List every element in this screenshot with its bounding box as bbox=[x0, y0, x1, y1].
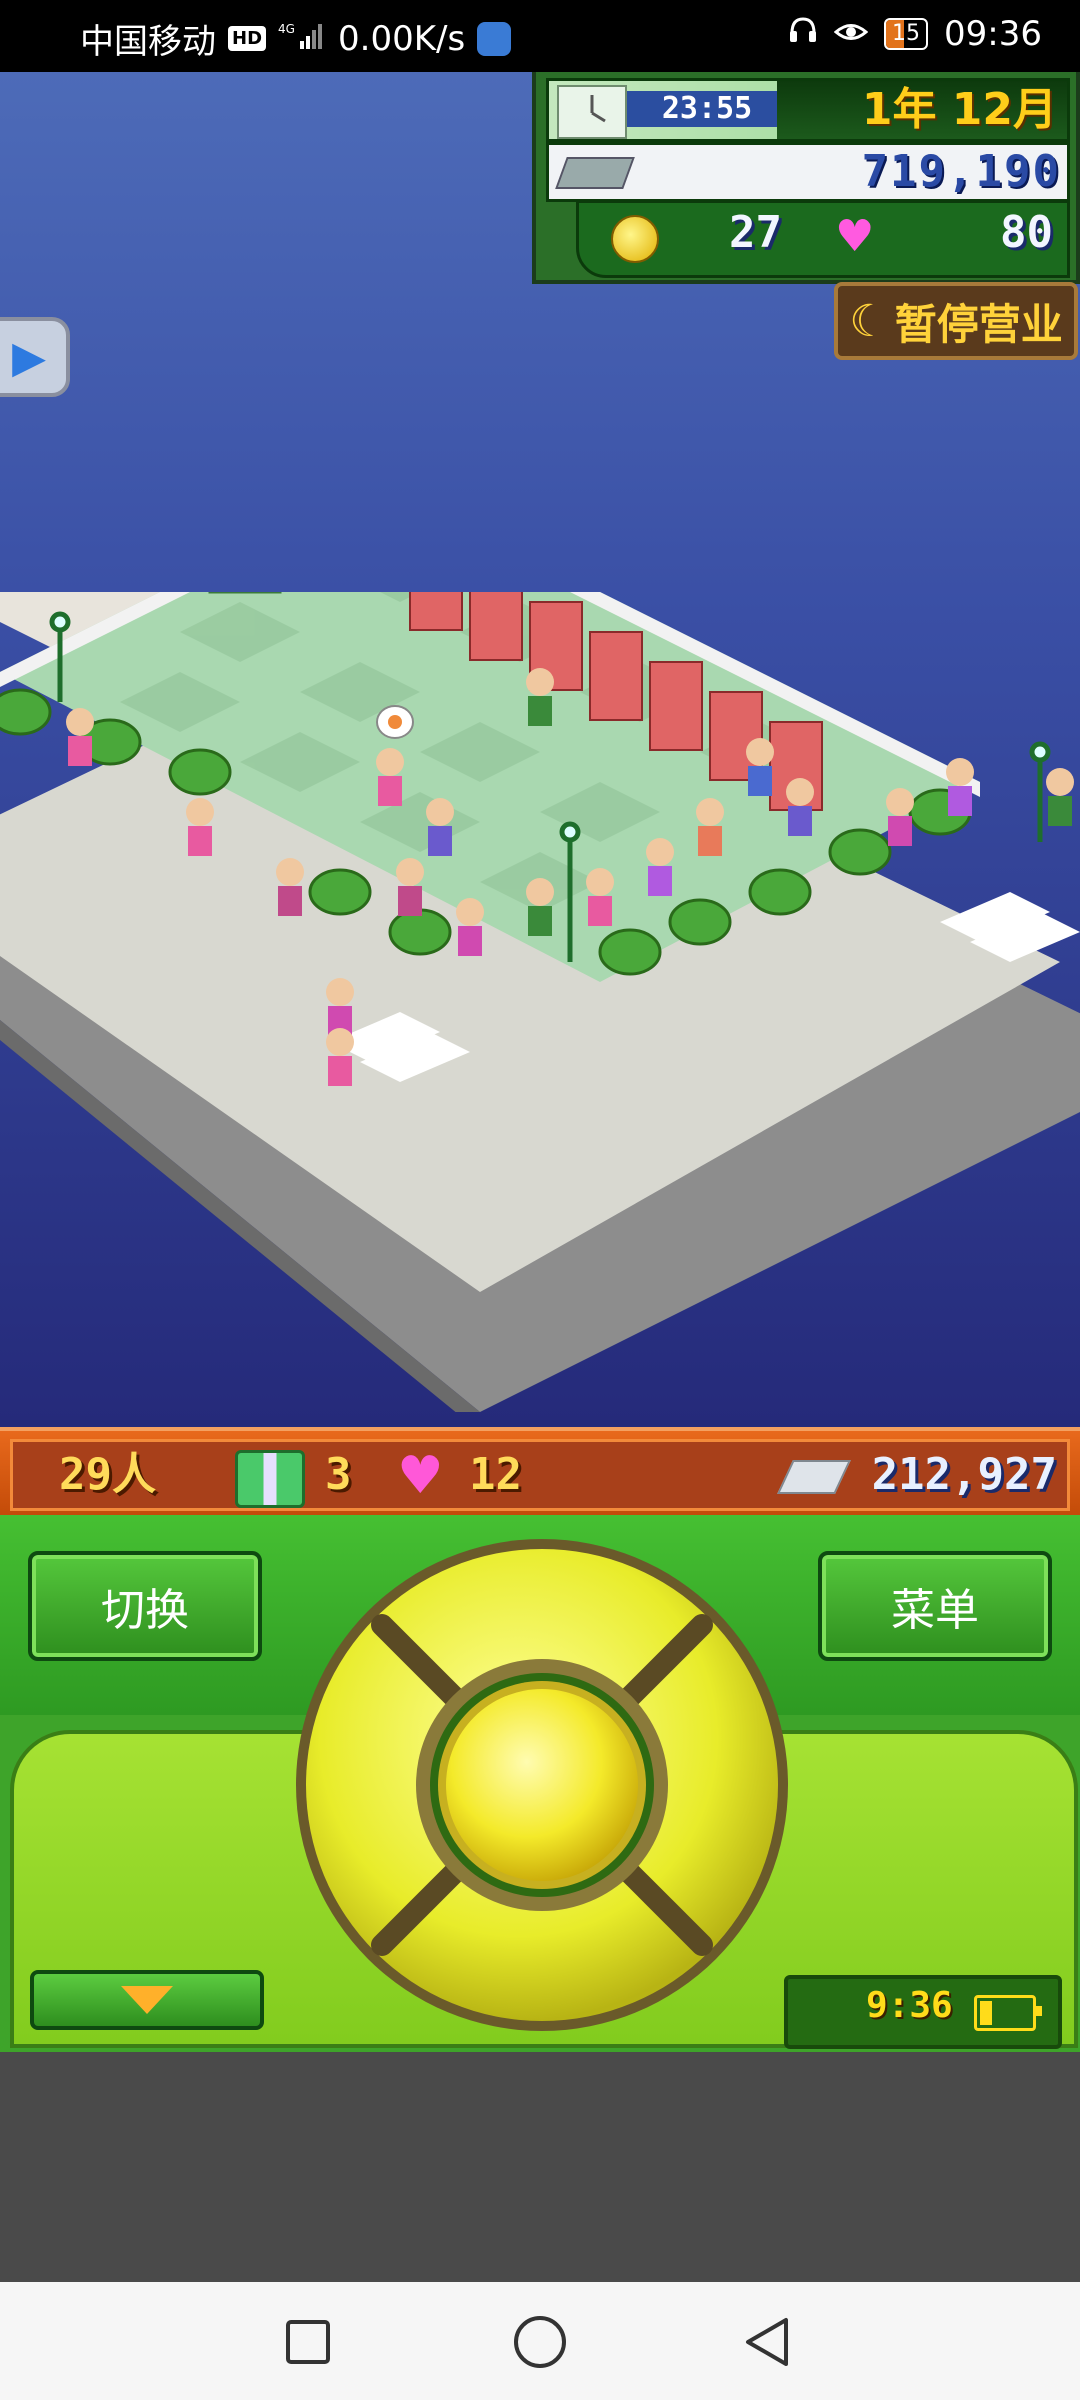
device-clock-time: 9:36 bbox=[866, 1985, 953, 2026]
battery-icon bbox=[974, 1995, 1042, 2031]
money-bill-icon bbox=[555, 157, 635, 189]
hd-badge: HD bbox=[228, 26, 267, 51]
money-bill-icon bbox=[777, 1460, 851, 1494]
game-scene[interactable]: 23:55 1年 12月 719,190 27 ♥ 80 ☾ 暂停营业 ▶ bbox=[0, 72, 1080, 1427]
heart-icon: ♥ bbox=[397, 1446, 444, 1506]
navigation-bar bbox=[0, 2282, 1080, 2400]
coin-icon bbox=[611, 215, 659, 263]
collapse-down-button[interactable] bbox=[30, 1970, 264, 2030]
network-speed: 0.00K/s bbox=[338, 18, 466, 59]
hud-panel: 23:55 1年 12月 719,190 27 ♥ 80 bbox=[532, 72, 1080, 284]
play-arrow-icon: ▶ bbox=[12, 331, 46, 383]
hud-money-row: 719,190 bbox=[546, 142, 1070, 202]
stats-bar: 29人 3 ♥ 12 212,927 bbox=[0, 1427, 1080, 1519]
game-time: 23:55 bbox=[627, 91, 787, 127]
menu-button[interactable]: 菜单 bbox=[818, 1551, 1052, 1661]
stats-inner: 29人 3 ♥ 12 212,927 bbox=[10, 1439, 1070, 1511]
controller-panel: 切换 菜单 9:36 bbox=[0, 1515, 1080, 2052]
heart-icon: ♥ bbox=[835, 211, 875, 262]
game-date: 1年 12月 bbox=[777, 81, 1067, 139]
isometric-store-map bbox=[0, 592, 1080, 1412]
signal-icon: 4G bbox=[278, 21, 326, 57]
status-left: 中国移动 HD 4G 0.00K/s bbox=[80, 14, 512, 63]
circle-icon bbox=[514, 2316, 566, 2368]
money-total: 719,190 bbox=[861, 146, 1061, 197]
customer-count: 29人 bbox=[59, 1449, 156, 1500]
dpad-center-button[interactable] bbox=[446, 1689, 638, 1881]
clock-icon bbox=[557, 85, 627, 139]
recent-apps-button[interactable] bbox=[278, 2312, 338, 2372]
hud-points-row: 27 ♥ 80 bbox=[576, 200, 1070, 278]
carrier-name: 中国移动 bbox=[80, 22, 216, 62]
gift-count: 3 bbox=[325, 1449, 352, 1500]
pause-business-label: 暂停营业 bbox=[894, 299, 1063, 349]
empty-area bbox=[0, 2052, 1080, 2282]
battery-level: 15 bbox=[892, 21, 921, 46]
back-button[interactable] bbox=[738, 2312, 798, 2372]
heart-stat-count: 12 bbox=[469, 1449, 522, 1500]
moon-icon: ☾ bbox=[849, 295, 889, 347]
app-notification-icon bbox=[477, 21, 512, 56]
side-expand-button[interactable]: ▶ bbox=[0, 317, 70, 397]
down-triangle-icon bbox=[121, 1986, 173, 2014]
pause-business-button[interactable]: ☾ 暂停营业 bbox=[834, 282, 1078, 360]
headphone-icon bbox=[788, 14, 818, 54]
switch-button[interactable]: 切换 bbox=[28, 1551, 262, 1661]
square-icon bbox=[286, 2320, 330, 2364]
eye-icon bbox=[833, 14, 869, 54]
device-clock-display: 9:36 bbox=[784, 1975, 1062, 2049]
status-right: 15 09:36 bbox=[788, 14, 1042, 54]
heart-count: 80 bbox=[1000, 207, 1053, 258]
money-stat: 212,927 bbox=[871, 1449, 1057, 1500]
directional-pad[interactable] bbox=[292, 1535, 792, 2035]
hud-time-row: 23:55 1年 12月 bbox=[546, 78, 1070, 142]
gift-icon bbox=[235, 1450, 305, 1508]
home-button[interactable] bbox=[510, 2312, 570, 2372]
battery-icon: 15 bbox=[884, 18, 929, 50]
status-bar: 中国移动 HD 4G 0.00K/s 15 09:36 bbox=[0, 0, 1080, 72]
back-triangle-icon bbox=[746, 2318, 788, 2366]
coin-count: 27 bbox=[729, 207, 782, 258]
network-type-label: 4G bbox=[278, 22, 295, 36]
clock-time: 09:36 bbox=[944, 14, 1042, 54]
